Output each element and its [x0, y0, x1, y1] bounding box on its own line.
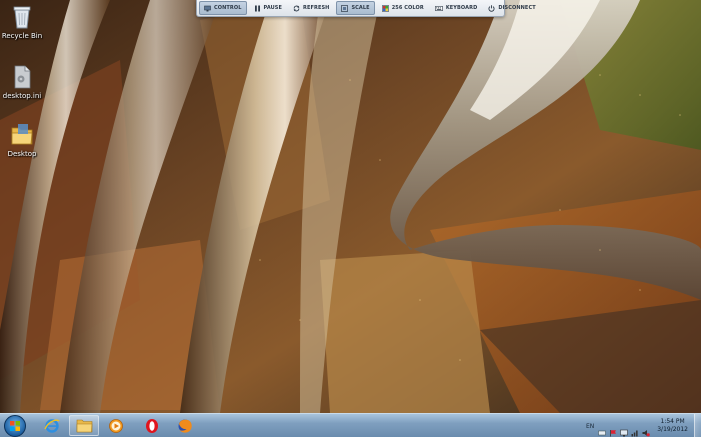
keyboard-button[interactable]: KEYBOARD: [431, 1, 482, 15]
pause-button[interactable]: PAUSE: [250, 1, 287, 15]
color-icon: [381, 4, 389, 12]
keyboard-layout-icon[interactable]: [598, 422, 606, 436]
taskbar-opera[interactable]: [137, 415, 167, 436]
desktop-screen: Recycle Bin desktop.ini Desktop CONTROL: [0, 0, 701, 437]
keyboard-icon: [434, 5, 443, 11]
folder-icon: [76, 419, 92, 433]
scale-button[interactable]: SCALE: [336, 1, 375, 15]
desktop-icon-label: Recycle Bin: [1, 32, 43, 40]
media-player-icon: [109, 418, 123, 433]
power-icon: [488, 4, 495, 12]
remote-control-toolbar: CONTROL PAUSE REFRESH SCALE 256 COLOR KE…: [196, 0, 536, 17]
desktop-icon-label: Desktop: [7, 150, 37, 158]
taskbar: EN 1:54 PM 3/19/2012: [0, 413, 701, 437]
folder-icon: [11, 124, 33, 145]
desktop-icon-desktop-folder[interactable]: Desktop: [0, 122, 44, 159]
taskbar-windows-explorer[interactable]: [69, 415, 99, 436]
language-indicator[interactable]: EN: [586, 423, 594, 430]
pause-icon: [254, 5, 260, 11]
control-button[interactable]: CONTROL: [199, 1, 247, 15]
disconnect-label: DISCONNECT: [498, 5, 536, 11]
monitor-icon[interactable]: [620, 422, 629, 437]
scale-label: SCALE: [351, 5, 370, 11]
clock-time: 1:54 PM: [660, 418, 685, 425]
taskbar-clock[interactable]: 1:54 PM 3/19/2012: [657, 418, 688, 434]
control-icon: [204, 5, 211, 11]
256-color-button[interactable]: 256 COLOR: [378, 1, 428, 15]
desktop-wallpaper: [0, 0, 701, 437]
recycle-bin-icon: [13, 6, 31, 29]
taskbar-firefox[interactable]: [170, 415, 200, 436]
windows-logo-icon: [10, 421, 20, 431]
firefox-icon: [178, 419, 192, 433]
desktop-icon-recycle-bin[interactable]: Recycle Bin: [0, 4, 44, 41]
refresh-label: REFRESH: [303, 5, 330, 11]
256-color-label: 256 COLOR: [391, 5, 424, 11]
network-icon[interactable]: [631, 422, 639, 437]
taskbar-media-player[interactable]: [101, 415, 131, 436]
start-button[interactable]: [4, 415, 26, 437]
volume-icon[interactable]: [642, 422, 651, 437]
disconnect-button[interactable]: DISCONNECT: [484, 1, 539, 15]
clock-date: 3/19/2012: [657, 426, 688, 433]
opera-icon: [146, 418, 158, 433]
show-desktop-button[interactable]: [694, 414, 701, 437]
refresh-icon: [293, 5, 300, 11]
file-icon: [14, 65, 31, 89]
desktop-icon-desktop-ini[interactable]: desktop.ini: [0, 64, 44, 101]
control-label: CONTROL: [214, 5, 242, 11]
refresh-button[interactable]: REFRESH: [289, 1, 333, 15]
pause-label: PAUSE: [263, 5, 283, 11]
keyboard-label: KEYBOARD: [445, 5, 478, 11]
desktop-icon-label: desktop.ini: [2, 92, 42, 100]
system-tray: EN 1:54 PM 3/19/2012: [586, 414, 701, 437]
taskbar-internet-explorer[interactable]: [37, 415, 67, 436]
action-center-flag-icon[interactable]: [609, 422, 617, 437]
internet-explorer-icon: [44, 418, 60, 433]
scale-icon: [341, 4, 349, 12]
